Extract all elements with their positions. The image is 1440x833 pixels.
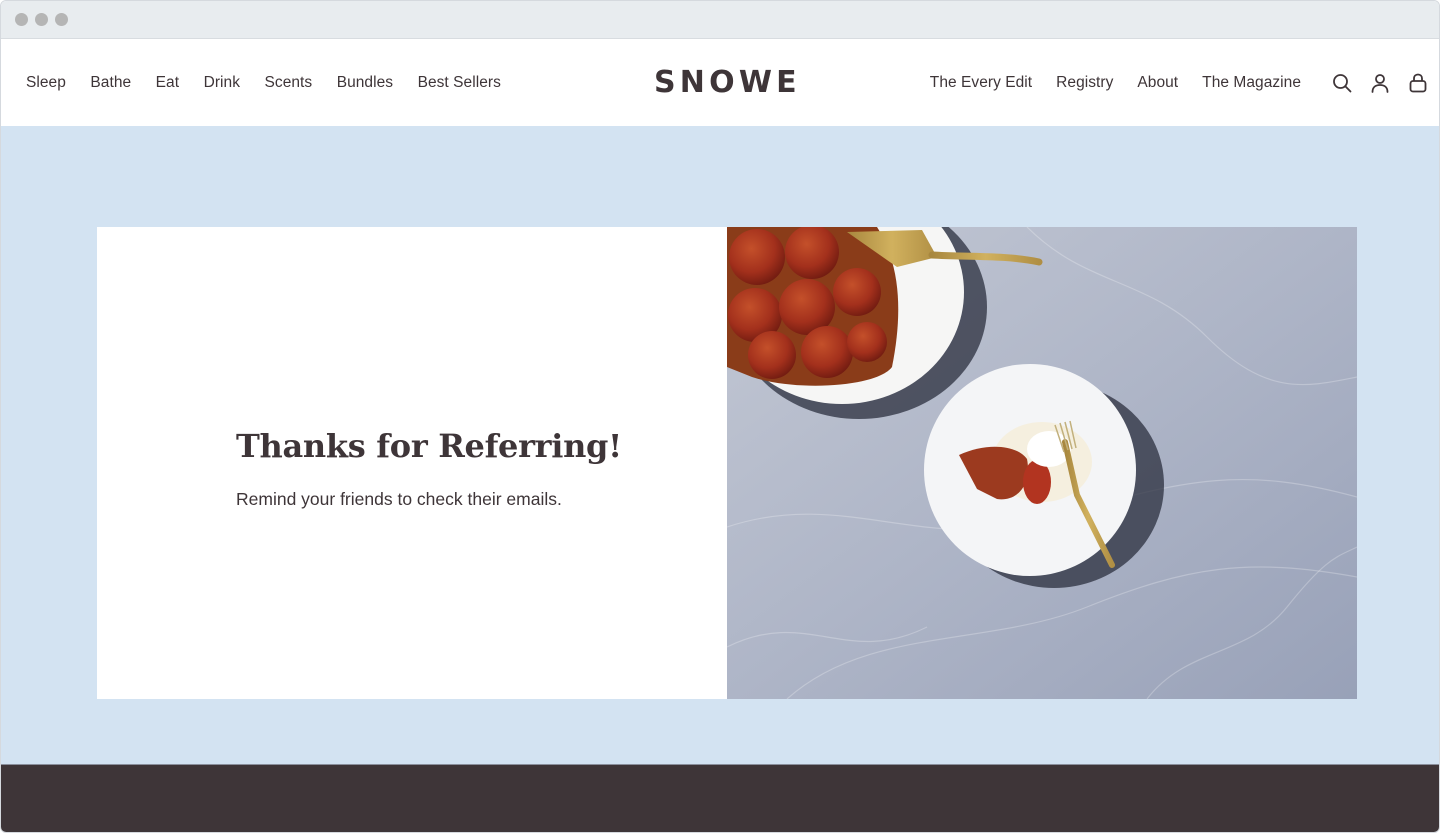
nav-link-magazine[interactable]: The Magazine	[1202, 74, 1301, 92]
search-icon[interactable]	[1331, 72, 1353, 94]
window-close-button[interactable]	[15, 13, 28, 26]
cart-bag-icon[interactable]	[1407, 72, 1429, 94]
site-header: Sleep Bathe Eat Drink Scents Bundles Bes…	[1, 39, 1439, 126]
referral-message-panel: Thanks for Referring! Remind your friend…	[97, 227, 727, 699]
referral-thanks-heading: Thanks for Referring!	[236, 427, 622, 465]
browser-window: Sleep Bathe Eat Drink Scents Bundles Bes…	[0, 0, 1440, 833]
account-icon[interactable]	[1369, 72, 1391, 94]
nav-link-bundles[interactable]: Bundles	[337, 74, 393, 92]
secondary-nav: The Every Edit Registry About The Magazi…	[906, 39, 1301, 126]
window-maximize-button[interactable]	[55, 13, 68, 26]
nav-link-every-edit[interactable]: The Every Edit	[930, 74, 1032, 92]
nav-link-best-sellers[interactable]: Best Sellers	[418, 74, 501, 92]
nav-link-about[interactable]: About	[1137, 74, 1178, 92]
hero-section: Thanks for Referring! Remind your friend…	[1, 126, 1439, 764]
nav-link-drink[interactable]: Drink	[204, 74, 240, 92]
primary-nav: Sleep Bathe Eat Drink Scents Bundles Bes…	[26, 39, 525, 126]
window-minimize-button[interactable]	[35, 13, 48, 26]
referral-instruction-text: Remind your friends to check their email…	[236, 489, 562, 509]
site-logo[interactable]: SNOWE	[654, 65, 801, 100]
site-footer	[1, 764, 1439, 832]
nav-link-eat[interactable]: Eat	[156, 74, 179, 92]
nav-link-sleep[interactable]: Sleep	[26, 74, 66, 92]
hero-image	[727, 227, 1357, 699]
nav-link-scents[interactable]: Scents	[265, 74, 313, 92]
tarte-tatin-illustration	[727, 227, 1357, 699]
nav-link-registry[interactable]: Registry	[1056, 74, 1113, 92]
window-titlebar	[1, 1, 1439, 39]
header-icons	[1315, 39, 1429, 126]
nav-link-bathe[interactable]: Bathe	[90, 74, 131, 92]
